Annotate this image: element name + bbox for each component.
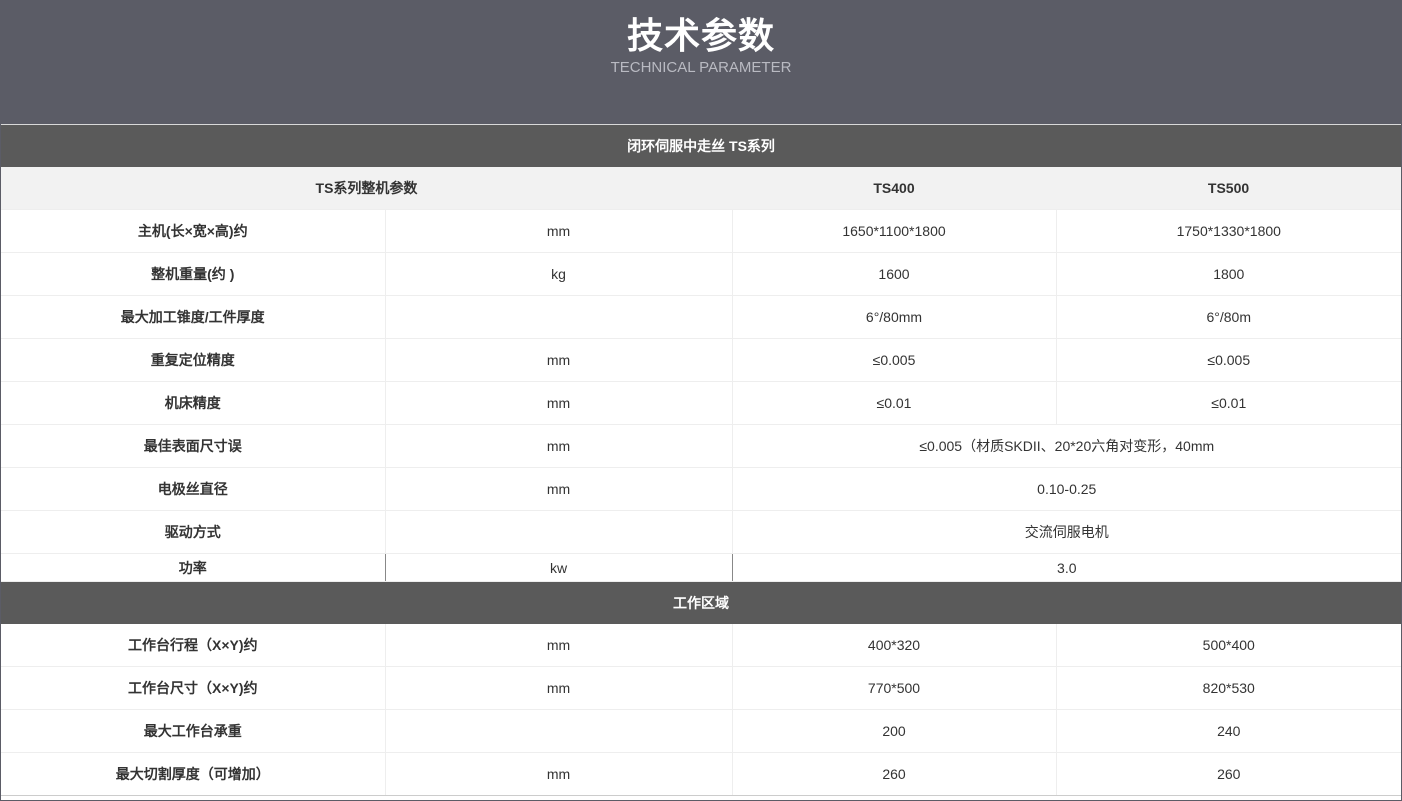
row-value-ts400: 260	[732, 752, 1057, 796]
row-unit: mm	[385, 624, 733, 667]
section-header-work-area: 工作区域	[1, 581, 1402, 624]
row-unit: mm	[385, 666, 733, 710]
row-unit: mm	[385, 467, 733, 511]
row-value-ts500: ≤0.01	[1056, 381, 1402, 425]
row-unit: mm	[385, 338, 733, 382]
spec-table: 闭环伺服中走丝 TS系列 TS系列整机参数 TS400 TS500 主机(长×宽…	[1, 125, 1402, 796]
row-value-ts400: 6°/80mm	[732, 295, 1057, 339]
row-label: 最大加工锥度/工件厚度	[1, 295, 386, 339]
row-label: 电极丝直径	[1, 467, 386, 511]
column-header-row: TS系列整机参数 TS400 TS500	[1, 167, 1402, 210]
row-value-ts400: 200	[732, 709, 1057, 753]
table-row: 机床精度 mm ≤0.01 ≤0.01	[1, 381, 1402, 425]
row-unit: kg	[385, 252, 733, 296]
row-value-ts500: 500*400	[1056, 624, 1402, 667]
table-row: 电极丝直径 mm 0.10-0.25	[1, 467, 1402, 511]
page-header: 技术参数 TECHNICAL PARAMETER	[0, 0, 1402, 124]
row-value-shared: 0.10-0.25	[732, 467, 1402, 511]
row-label: 最大工作台承重	[1, 709, 386, 753]
row-value-ts500: 6°/80m	[1056, 295, 1402, 339]
row-value-ts500: 240	[1056, 709, 1402, 753]
page-title: 技术参数	[626, 15, 775, 56]
row-unit	[385, 709, 733, 753]
row-unit: mm	[385, 381, 733, 425]
row-label: 工作台行程（X×Y)约	[1, 624, 386, 667]
row-value-ts500: 820*530	[1056, 666, 1402, 710]
table-row: 驱动方式 交流伺服电机	[1, 510, 1402, 554]
row-value-ts500: ≤0.005	[1056, 338, 1402, 382]
row-unit: mm	[385, 752, 733, 796]
row-value-ts500: 1750*1330*1800	[1056, 209, 1402, 253]
row-value-shared: 3.0	[732, 553, 1402, 582]
row-label: 最大切割厚度（可增加）	[1, 752, 386, 796]
section-title: 闭环伺服中走丝 TS系列	[1, 125, 1402, 167]
row-value-shared: 交流伺服电机	[732, 510, 1402, 554]
row-label: 最佳表面尺寸误	[1, 424, 386, 468]
row-value-ts400: 400*320	[732, 624, 1057, 667]
table-row: 最佳表面尺寸误 mm ≤0.005（材质SKDII、20*20六角对变形，40m…	[1, 424, 1402, 468]
table-row: 主机(长×宽×高)约 mm 1650*1100*1800 1750*1330*1…	[1, 209, 1402, 253]
column-header-ts500: TS500	[1056, 167, 1402, 210]
row-value-ts400: 1600	[732, 252, 1057, 296]
row-unit	[385, 510, 733, 554]
table-row: 功率 kw 3.0	[1, 553, 1402, 582]
row-value-ts400: 1650*1100*1800	[732, 209, 1057, 253]
row-unit: mm	[385, 209, 733, 253]
table-row: 最大工作台承重 200 240	[1, 709, 1402, 753]
row-label: 工作台尺寸（X×Y)约	[1, 666, 386, 710]
row-label: 主机(长×宽×高)约	[1, 209, 386, 253]
row-value-ts500: 260	[1056, 752, 1402, 796]
row-label: 驱动方式	[1, 510, 386, 554]
row-unit: kw	[385, 553, 733, 582]
table-row: 最大加工锥度/工件厚度 6°/80mm 6°/80m	[1, 295, 1402, 339]
table-row: 整机重量(约 ) kg 1600 1800	[1, 252, 1402, 296]
table-row: 最大切割厚度（可增加） mm 260 260	[1, 752, 1402, 796]
row-value-ts400: ≤0.01	[732, 381, 1057, 425]
row-label: 功率	[1, 553, 386, 582]
spec-table-container: 闭环伺服中走丝 TS系列 TS系列整机参数 TS400 TS500 主机(长×宽…	[1, 124, 1402, 800]
row-value-ts400: ≤0.005	[732, 338, 1057, 382]
row-value-ts400: 770*500	[732, 666, 1057, 710]
page-subtitle: TECHNICAL PARAMETER	[610, 59, 792, 76]
table-row: 重复定位精度 mm ≤0.005 ≤0.005	[1, 338, 1402, 382]
table-row: 工作台尺寸（X×Y)约 mm 770*500 820*530	[1, 666, 1402, 710]
row-label: 重复定位精度	[1, 338, 386, 382]
row-label: 整机重量(约 )	[1, 252, 386, 296]
row-label: 机床精度	[1, 381, 386, 425]
row-unit	[385, 295, 733, 339]
row-unit: mm	[385, 424, 733, 468]
row-value-ts500: 1800	[1056, 252, 1402, 296]
column-header-ts400: TS400	[732, 167, 1056, 210]
section-title: 工作区域	[1, 581, 1402, 624]
section-header-series: 闭环伺服中走丝 TS系列	[1, 125, 1402, 167]
column-header-params: TS系列整机参数	[1, 167, 732, 210]
row-value-shared: ≤0.005（材质SKDII、20*20六角对变形，40mm	[732, 424, 1402, 468]
table-row: 工作台行程（X×Y)约 mm 400*320 500*400	[1, 624, 1402, 667]
